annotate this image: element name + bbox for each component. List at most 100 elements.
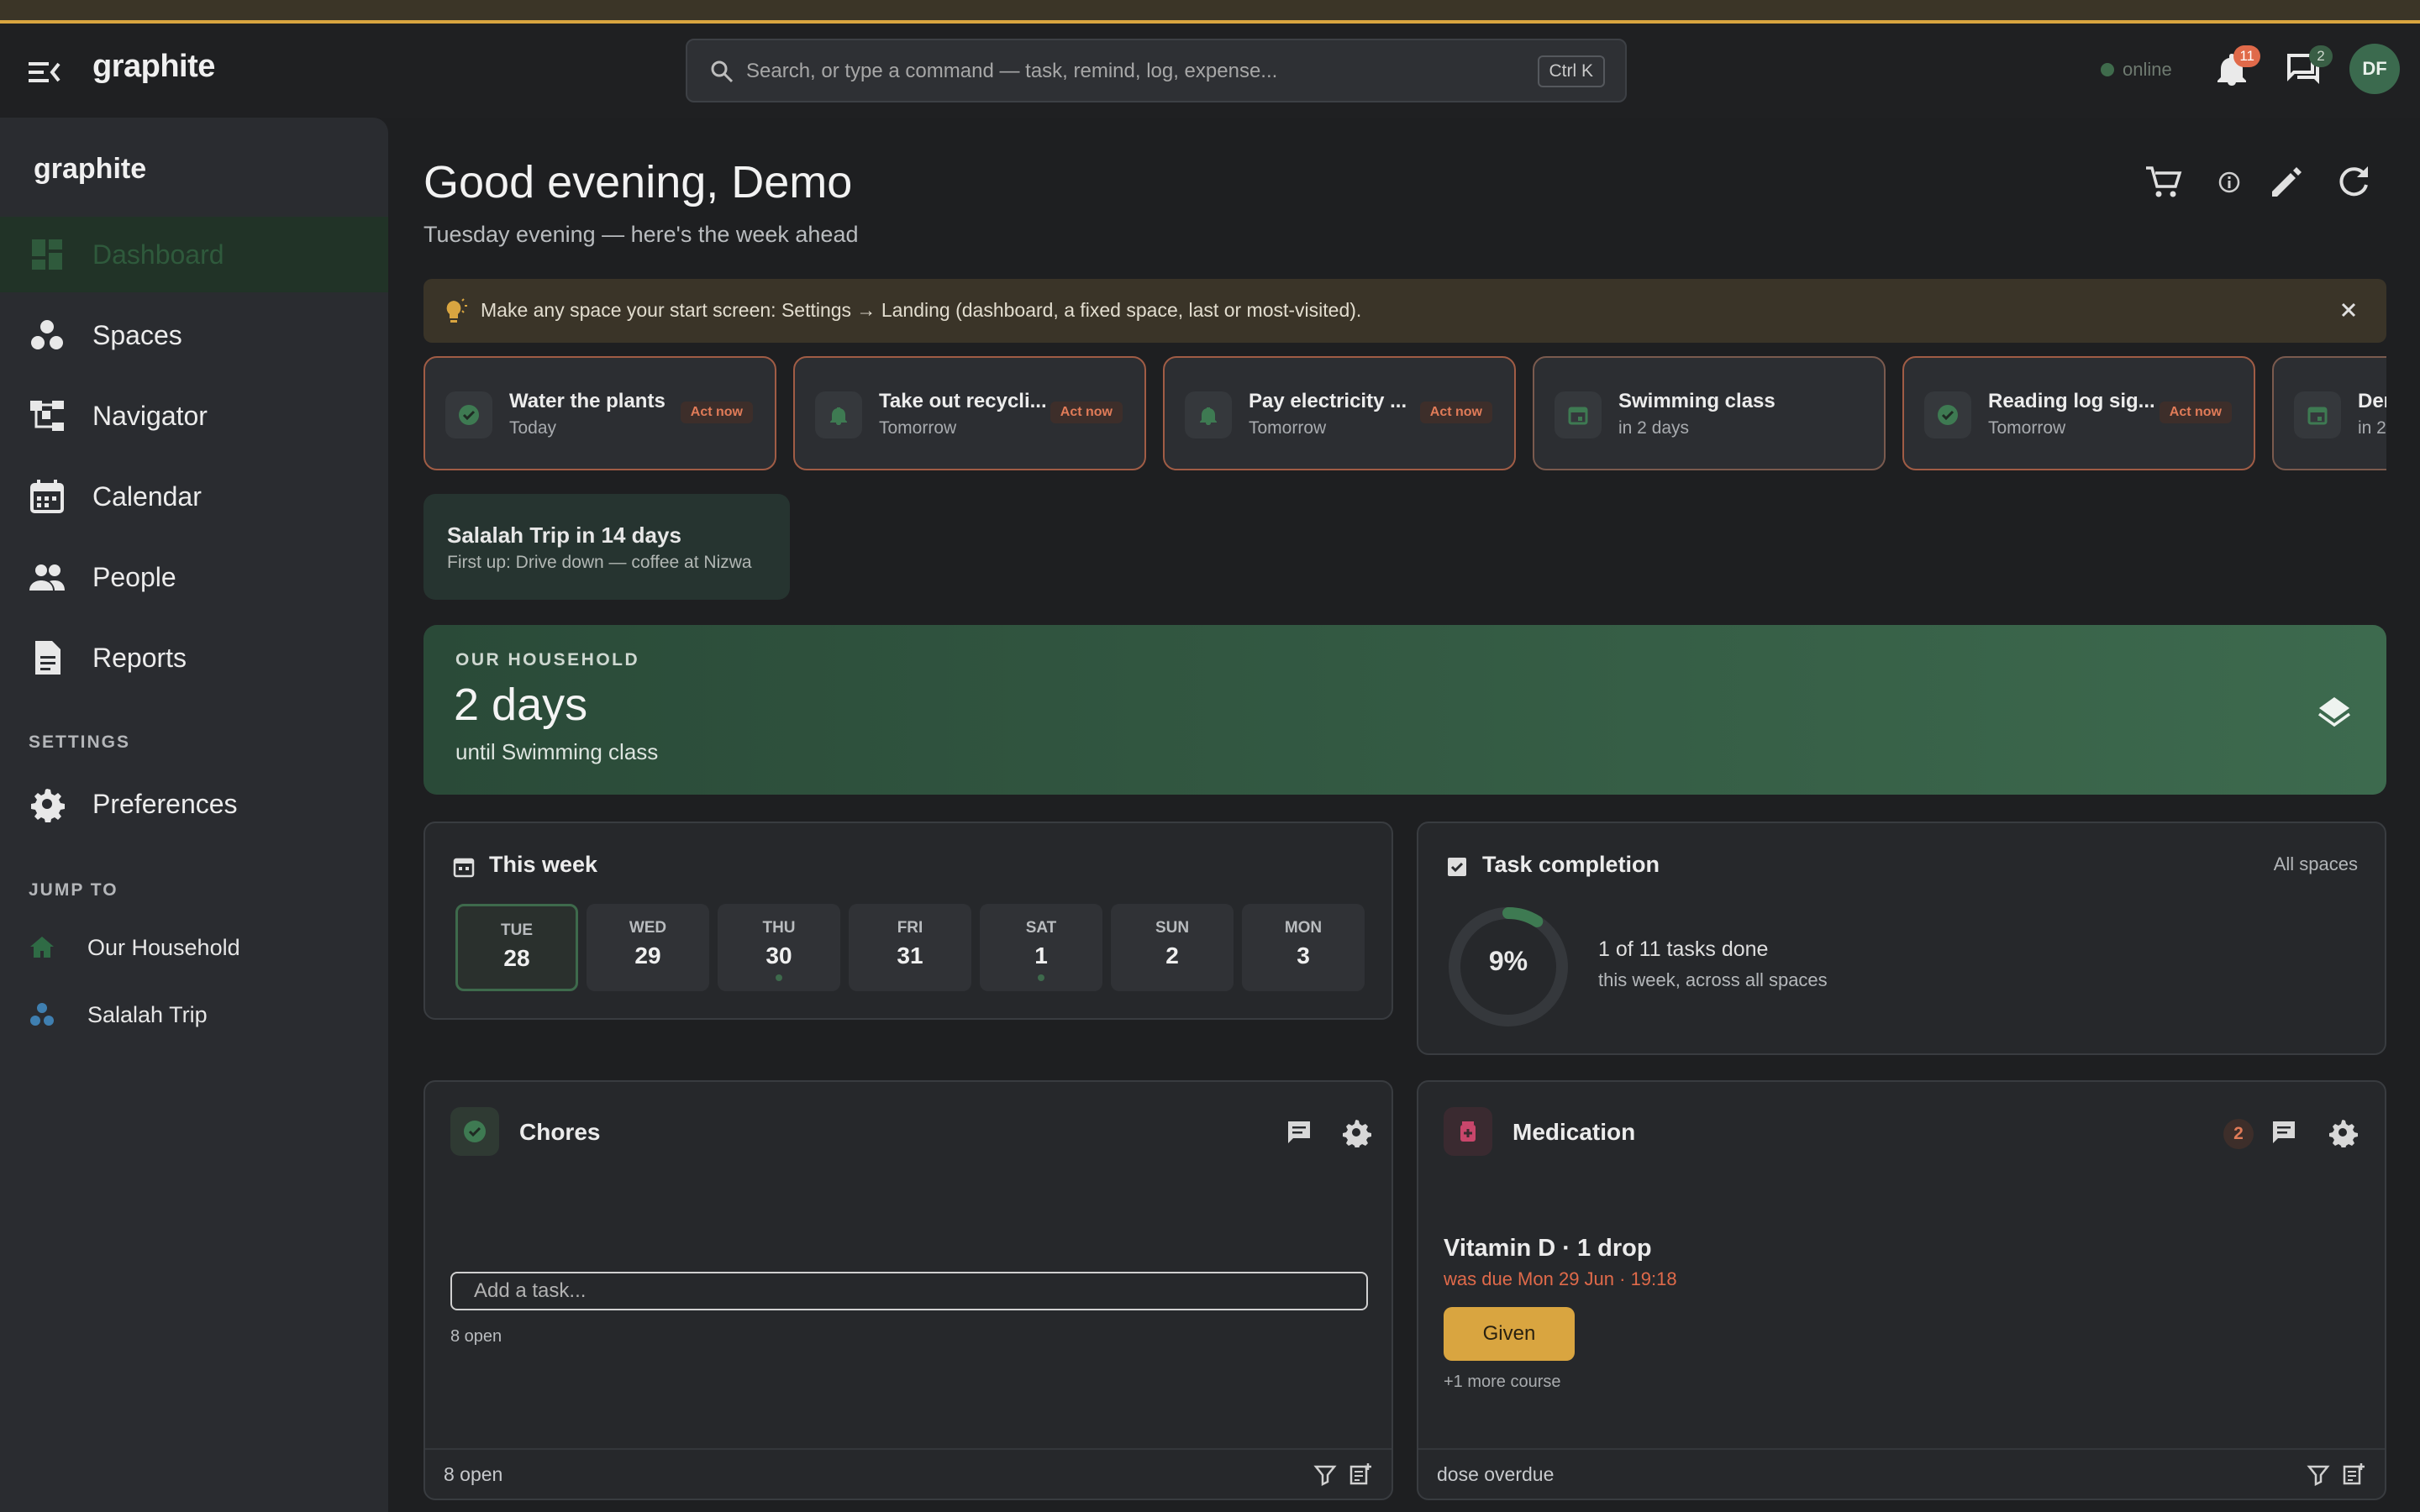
day-number: 3 bbox=[1297, 942, 1310, 969]
filter-icon[interactable] bbox=[1313, 1462, 1338, 1487]
day-name: FRI bbox=[897, 919, 923, 937]
panel-footer: dose overdue bbox=[1418, 1448, 2385, 1499]
calendar-icon bbox=[2294, 391, 2341, 438]
more-courses-link[interactable]: +1 more course bbox=[1444, 1373, 1561, 1392]
filter-icon[interactable] bbox=[2306, 1462, 2331, 1487]
footer-status: dose overdue bbox=[1437, 1463, 1555, 1485]
add-task-input[interactable] bbox=[450, 1272, 1368, 1310]
gear-icon[interactable] bbox=[1341, 1117, 1371, 1147]
search-icon bbox=[711, 60, 734, 83]
cart-icon[interactable] bbox=[2144, 163, 2183, 202]
card-due: in 2 days bbox=[1618, 418, 1690, 438]
scope-selector[interactable]: All spaces bbox=[2274, 853, 2358, 875]
layers-icon[interactable] bbox=[2316, 692, 2353, 729]
navigator-icon bbox=[30, 401, 64, 431]
jump-item-salalah-trip[interactable]: Salalah Trip bbox=[0, 988, 388, 1042]
page-subtitle: Tuesday evening — here's the week ahead bbox=[424, 222, 859, 247]
act-now-badge: Act now bbox=[1050, 402, 1123, 423]
avatar[interactable]: DF bbox=[2349, 44, 2400, 94]
day-cell[interactable]: MON 3 bbox=[1242, 904, 1365, 991]
messages-badge: 2 bbox=[2309, 45, 2333, 67]
medication-panel: Medication 2 Vitamin D · 1 drop was due … bbox=[1417, 1080, 2386, 1500]
add-note-icon[interactable] bbox=[2341, 1462, 2366, 1487]
info-icon[interactable] bbox=[2210, 163, 2249, 202]
card-title: Water the plants bbox=[509, 390, 666, 412]
day-number: 29 bbox=[634, 942, 661, 969]
overdue-count-badge: 2 bbox=[2223, 1119, 2254, 1149]
connection-status: online bbox=[2101, 59, 2172, 81]
day-cell[interactable]: TUE 28 bbox=[455, 904, 578, 991]
sidebar-item-dashboard[interactable]: Dashboard bbox=[0, 217, 388, 292]
lightbulb-icon bbox=[446, 298, 467, 323]
comment-icon[interactable] bbox=[1284, 1117, 1314, 1147]
upcoming-card[interactable]: Take out recycli... Tomorrow Act now bbox=[793, 356, 1146, 470]
check-icon bbox=[450, 1107, 499, 1156]
given-button[interactable]: Given bbox=[1444, 1307, 1575, 1361]
messages-button[interactable]: 2 bbox=[2282, 45, 2333, 92]
sidebar-item-reports[interactable]: Reports bbox=[0, 620, 388, 696]
day-name: SUN bbox=[1155, 919, 1190, 937]
sidebar-item-label: People bbox=[92, 561, 176, 592]
household-countdown-banner: OUR HOUSEHOLD 2 days until Swimming clas… bbox=[424, 625, 2386, 795]
trip-countdown-card[interactable]: Salalah Trip in 14 days First up: Drive … bbox=[424, 494, 790, 600]
shortcut-hint: Ctrl K bbox=[1537, 55, 1605, 87]
search-bar[interactable]: Ctrl K bbox=[686, 39, 1627, 102]
jump-item-our-household[interactable]: Our Household bbox=[0, 921, 388, 974]
household-countdown-label: until Swimming class bbox=[455, 739, 659, 764]
refresh-icon[interactable] bbox=[2334, 163, 2373, 202]
household-kicker: OUR HOUSEHOLD bbox=[455, 650, 640, 669]
household-countdown-value: 2 days bbox=[454, 680, 588, 730]
trip-title: Salalah Trip in 14 days bbox=[447, 522, 681, 548]
completion-detail: this week, across all spaces bbox=[1598, 969, 1828, 990]
bell-icon bbox=[815, 391, 862, 438]
day-cell[interactable]: SUN 2 bbox=[1111, 904, 1234, 991]
page-title: Good evening, Demo bbox=[424, 157, 853, 207]
brand-logo[interactable]: graphite bbox=[92, 49, 215, 85]
sidebar-item-navigator[interactable]: Navigator bbox=[0, 378, 388, 454]
window-top-strip bbox=[0, 0, 2420, 24]
sidebar-item-label: Spaces bbox=[92, 319, 182, 350]
upcoming-card[interactable]: Reading log sig... Tomorrow Act now bbox=[1902, 356, 2255, 470]
gear-icon[interactable] bbox=[2328, 1117, 2358, 1147]
close-icon[interactable] bbox=[2336, 297, 2361, 323]
sidebar: graphite Dashboard Spaces Navigator Cale… bbox=[0, 118, 388, 1512]
card-title: Reading log sig... bbox=[1988, 390, 2155, 412]
reports-icon bbox=[35, 641, 60, 675]
jump-item-label: Our Household bbox=[87, 934, 240, 960]
act-now-badge: Act now bbox=[2159, 402, 2232, 423]
upcoming-card[interactable]: Pay electricity ... Tomorrow Act now bbox=[1163, 356, 1516, 470]
day-cell[interactable]: SAT 1 bbox=[980, 904, 1102, 991]
panel-footer: 8 open bbox=[425, 1448, 1392, 1499]
day-name: MON bbox=[1284, 919, 1323, 937]
menu-collapse-icon[interactable] bbox=[25, 55, 64, 89]
card-due: Today bbox=[509, 418, 557, 438]
upcoming-card[interactable]: Water the plants Today Act now bbox=[424, 356, 776, 470]
upcoming-card[interactable]: Swimming class in 2 days bbox=[1533, 356, 1886, 470]
add-note-icon[interactable] bbox=[1348, 1462, 1373, 1487]
medication-icon bbox=[1444, 1107, 1492, 1156]
people-icon bbox=[29, 564, 65, 591]
sidebar-item-people[interactable]: People bbox=[0, 539, 388, 615]
sidebar-item-preferences[interactable]: Preferences bbox=[0, 766, 388, 842]
day-cell[interactable]: FRI 31 bbox=[849, 904, 971, 991]
day-cell[interactable]: WED 29 bbox=[587, 904, 709, 991]
task-completion-title: Task completion bbox=[1482, 852, 1660, 877]
spaces-icon bbox=[30, 1003, 54, 1026]
notifications-button[interactable]: 11 bbox=[2210, 45, 2260, 92]
day-name: TUE bbox=[501, 921, 533, 939]
sidebar-item-spaces[interactable]: Spaces bbox=[0, 297, 388, 373]
card-due: Tomorrow bbox=[1249, 418, 1327, 438]
act-now-badge: Act now bbox=[1419, 402, 1492, 423]
dashboard-icon bbox=[32, 239, 62, 270]
comment-icon[interactable] bbox=[2269, 1117, 2299, 1147]
chores-panel: Chores 8 open 8 open bbox=[424, 1080, 1393, 1500]
upcoming-card[interactable]: Den in 2 bbox=[2272, 356, 2386, 470]
day-cell[interactable]: THU 30 bbox=[718, 904, 840, 991]
sidebar-item-calendar[interactable]: Calendar bbox=[0, 459, 388, 534]
edit-icon[interactable] bbox=[2267, 163, 2306, 202]
medication-title: Medication bbox=[1512, 1119, 1636, 1145]
sidebar-brand[interactable]: graphite bbox=[34, 153, 146, 186]
act-now-badge: Act now bbox=[680, 402, 753, 423]
search-input[interactable] bbox=[746, 52, 1502, 91]
card-title: Den bbox=[2358, 390, 2386, 412]
